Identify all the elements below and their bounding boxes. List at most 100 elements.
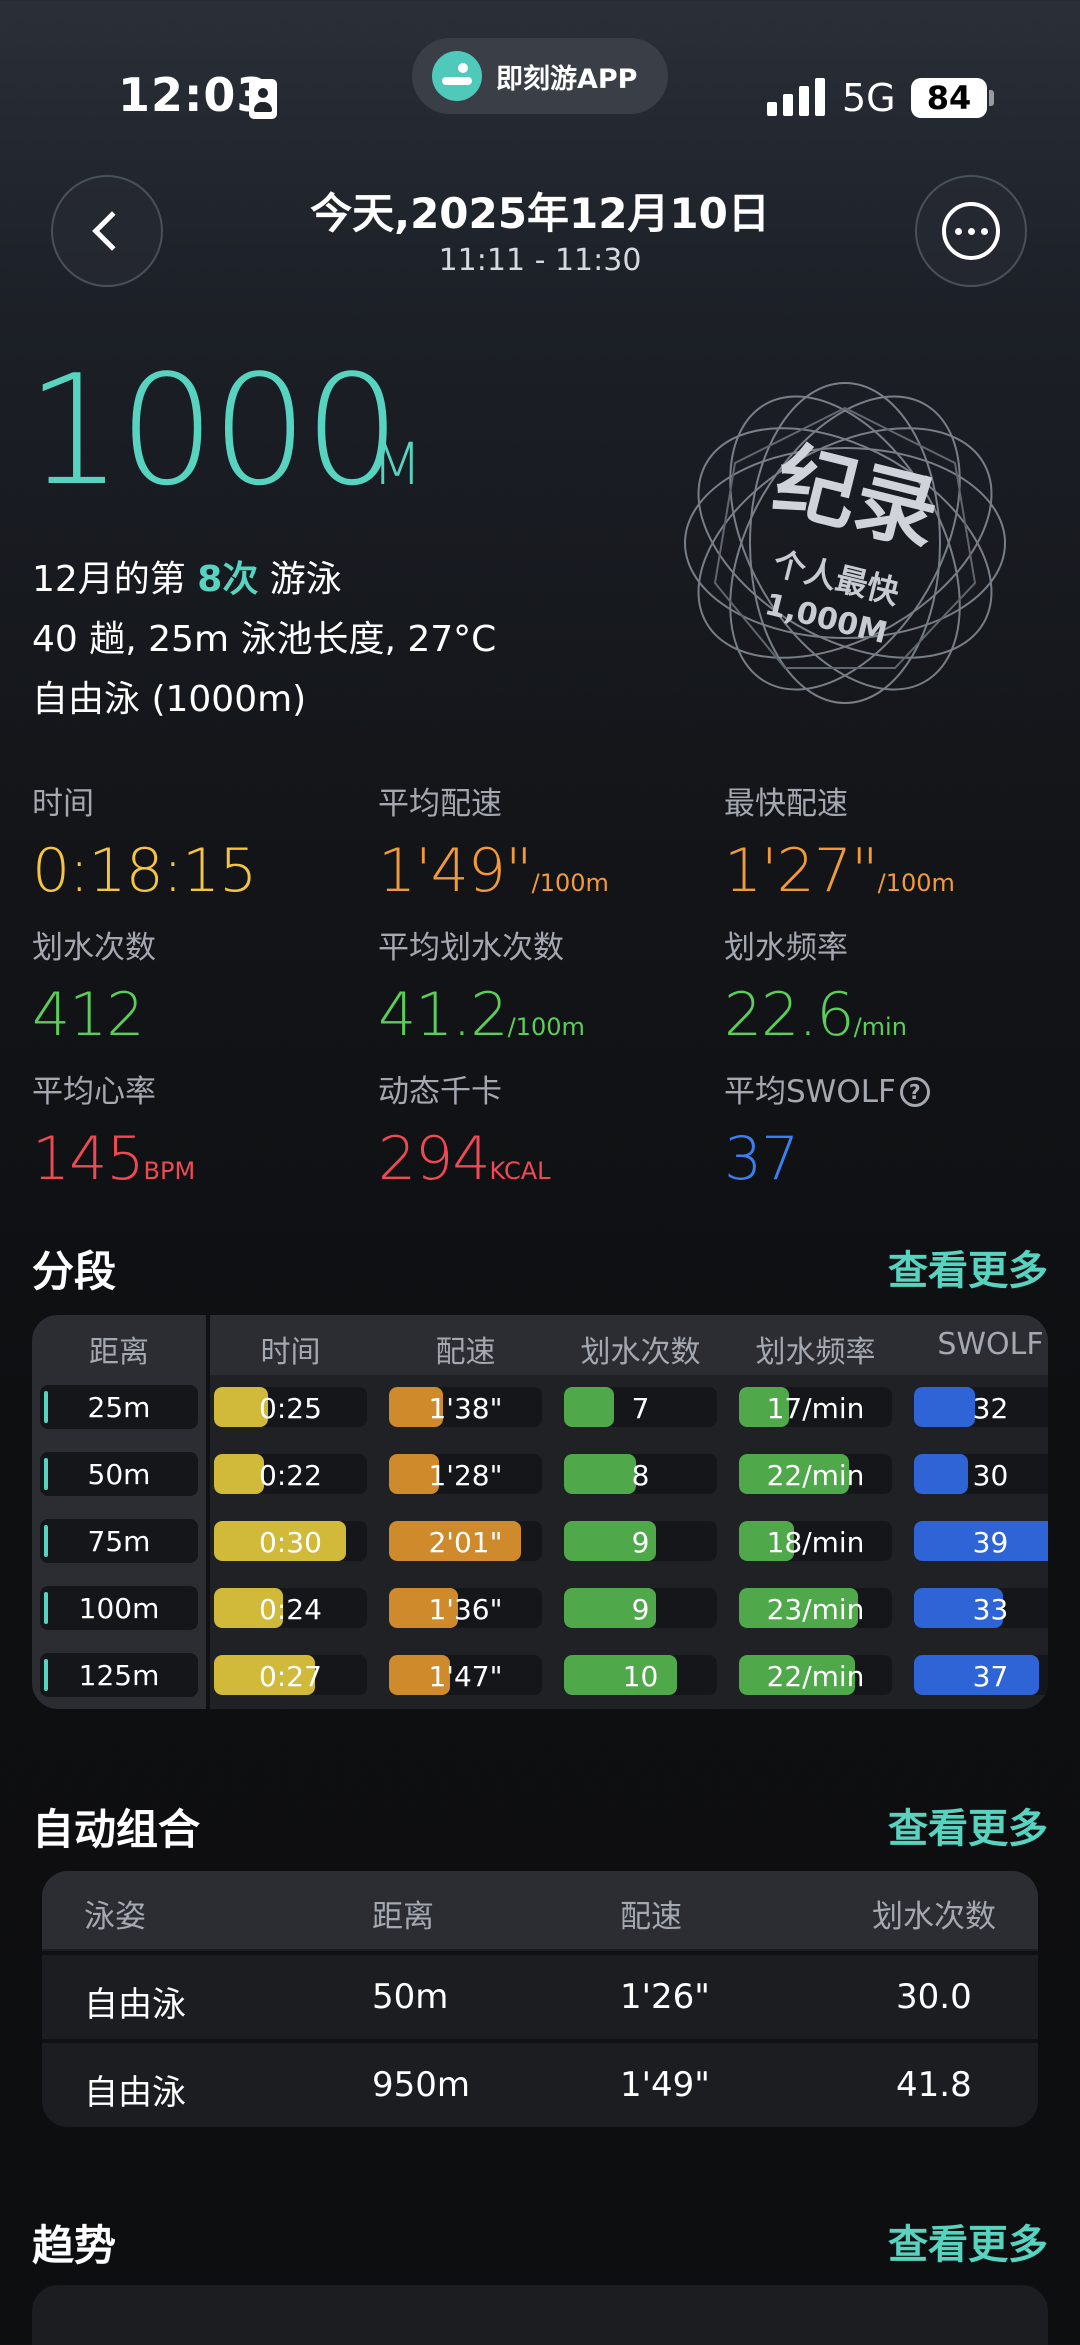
stat-value: 41.2/100m <box>378 980 585 1050</box>
split-segment-label: 75m <box>87 1525 151 1558</box>
splits-see-more-link[interactable]: 查看更多 <box>848 1238 1048 1296</box>
help-icon[interactable]: ? <box>899 1077 930 1107</box>
split-time-cell: 0:22 <box>214 1454 367 1494</box>
split-segment-label: 125m <box>78 1659 160 1692</box>
splits-header: SWOLF <box>937 1327 1044 1362</box>
split-swolf-value: 30 <box>972 1459 1009 1492</box>
split-time-value: 0:22 <box>259 1459 322 1492</box>
split-segment: 50m <box>40 1452 198 1496</box>
split-time-value: 0:30 <box>259 1526 322 1559</box>
stat-calories: 动态千卡 294KCAL <box>378 1066 551 1189</box>
split-time-value: 0:25 <box>259 1392 322 1425</box>
split-strokes-cell: 9 <box>564 1521 717 1561</box>
chevron-left-icon <box>92 211 132 251</box>
split-swolf-cell: 32 <box>914 1387 1048 1427</box>
monthly-prefix: 12月的第 <box>32 559 198 600</box>
stat-best-pace: 最快配速 1'27"/100m <box>724 778 955 901</box>
split-rate-value: 17/min <box>766 1392 865 1425</box>
split-rate-cell: 22/min <box>739 1454 892 1494</box>
splits-table[interactable]: 距离 时间 配速 划水次数 划水频率 SWOLF 25m 0:25 1'38" 7 17… <box>32 1315 1048 1709</box>
split-rate-value: 22/min <box>766 1660 865 1693</box>
combo-stroke: 自由泳 <box>84 2073 186 2113</box>
monthly-suffix: 游泳 <box>258 559 342 600</box>
split-swolf-value: 39 <box>972 1526 1009 1559</box>
split-pace-value: 1'36" <box>428 1593 503 1626</box>
monthly-count-line: 12月的第 8次 游泳 <box>32 550 342 602</box>
split-segment: 25m <box>40 1385 198 1429</box>
combo-pace: 1'49" <box>620 2065 710 2105</box>
split-time-value: 0:27 <box>259 1660 322 1693</box>
total-distance: 1000 <box>26 342 401 519</box>
record-badge[interactable]: 纪录 个人最快 1,000M <box>670 368 1020 718</box>
stat-label: 时间 <box>32 786 94 822</box>
combo-header: 泳姿 <box>84 1899 146 1935</box>
combo-header: 距离 <box>372 1899 434 1935</box>
stat-time: 时间 0:18:15 <box>32 778 257 901</box>
split-strokes-value: 7 <box>631 1392 650 1425</box>
split-pace-value: 1'38" <box>428 1392 503 1425</box>
split-pace-cell: 1'28" <box>389 1454 542 1494</box>
split-segment-label: 100m <box>78 1592 160 1625</box>
split-pace-cell: 1'36" <box>389 1588 542 1628</box>
splits-header: 配速 <box>435 1335 496 1370</box>
split-time-cell: 0:27 <box>214 1655 367 1695</box>
combo-distance: 50m <box>372 1977 449 2017</box>
portrait-lock-icon <box>249 79 277 119</box>
split-rate-cell: 23/min <box>739 1588 892 1628</box>
stat-value: 37 <box>724 1124 799 1194</box>
split-swolf-value: 33 <box>972 1593 1009 1626</box>
app-name: 即刻游APP <box>496 63 638 95</box>
page-title: 今天,2025年12月10日 <box>310 189 770 238</box>
split-strokes-value: 10 <box>622 1660 659 1693</box>
split-segment: 75m <box>40 1519 198 1563</box>
split-strokes-cell: 9 <box>564 1588 717 1628</box>
split-strokes-cell: 7 <box>564 1387 717 1427</box>
split-strokes-cell: 10 <box>564 1655 717 1695</box>
stat-label: 动态千卡 <box>378 1074 502 1110</box>
trend-see-more-link[interactable]: 查看更多 <box>848 2212 1048 2270</box>
more-icon <box>942 202 1000 260</box>
split-swolf-value: 32 <box>972 1392 1009 1425</box>
stat-strokes: 划水次数 412 <box>32 922 156 1045</box>
stat-avg-strokes: 平均划水次数 41.2/100m <box>378 922 585 1045</box>
splits-distance-column <box>32 1315 206 1709</box>
split-pace-cell: 2'01" <box>389 1521 542 1561</box>
stat-label: 平均心率 <box>32 1074 156 1110</box>
combo-distance: 950m <box>372 2065 471 2105</box>
stat-label: 平均SWOLF? <box>724 1066 930 1111</box>
split-pace-value: 1'47" <box>428 1660 503 1693</box>
stat-swolf: 平均SWOLF? 37 <box>724 1066 930 1189</box>
app-pill[interactable]: 即刻游APP <box>412 38 668 114</box>
stat-label: 划水频率 <box>724 930 848 966</box>
split-swolf-cell: 37 <box>914 1655 1048 1695</box>
stat-label: 平均划水次数 <box>378 930 564 966</box>
stat-label: 平均配速 <box>378 786 502 822</box>
split-pace-value: 2'01" <box>428 1526 503 1559</box>
split-rate-value: 18/min <box>766 1526 865 1559</box>
stat-stroke-rate: 划水频率 22.6/min <box>724 922 907 1045</box>
auto-combo-table[interactable]: 泳姿 距离 配速 划水次数 自由泳 50m 1'26" 30.0 自由泳 950… <box>42 1871 1038 2127</box>
trend-label-best: 最快 <box>552 2340 608 2345</box>
stat-value: 22.6/min <box>724 980 907 1050</box>
split-strokes-value: 8 <box>631 1459 650 1492</box>
auto-combo-see-more-link[interactable]: 查看更多 <box>848 1796 1048 1854</box>
split-swolf-value: 37 <box>972 1660 1009 1693</box>
stat-value: 145BPM <box>32 1124 196 1194</box>
split-swolf-cell: 39 <box>914 1521 1048 1561</box>
split-segment: 100m <box>40 1586 198 1630</box>
combo-strokes: 30.0 <box>896 1977 972 2017</box>
split-time-cell: 0:30 <box>214 1521 367 1561</box>
more-options-button[interactable] <box>915 175 1027 287</box>
stat-heart-rate: 平均心率 145BPM <box>32 1066 195 1189</box>
battery-icon: 84 <box>911 78 987 118</box>
trend-card[interactable]: 平均 最快 <box>32 2285 1048 2345</box>
stat-value: 1'27"/100m <box>724 836 955 906</box>
combo-row[interactable]: 自由泳 950m 1'49" 41.8 <box>42 2039 1038 2123</box>
combo-row[interactable]: 自由泳 50m 1'26" 30.0 <box>42 1951 1038 2035</box>
split-segment-label: 25m <box>87 1391 151 1424</box>
split-strokes-cell: 8 <box>564 1454 717 1494</box>
back-button[interactable] <box>51 175 163 287</box>
split-time-value: 0:24 <box>259 1593 322 1626</box>
splits-header: 划水频率 <box>755 1335 876 1370</box>
swimmer-logo-icon <box>432 51 482 101</box>
